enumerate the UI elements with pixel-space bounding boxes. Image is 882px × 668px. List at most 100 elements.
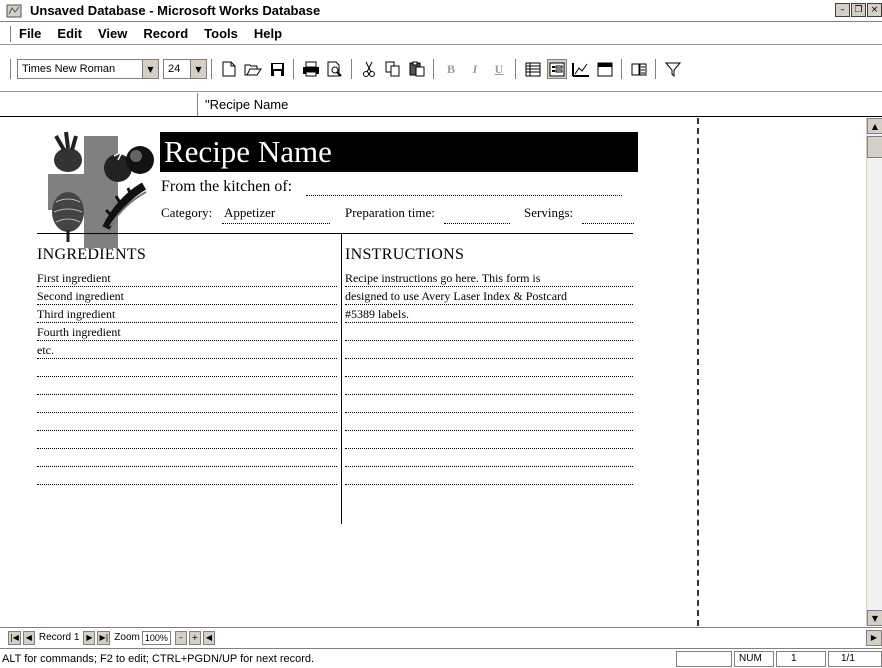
scroll-down-icon[interactable]: ▼	[867, 610, 882, 626]
zoom-out-button[interactable]: –	[174, 630, 187, 645]
instruction-line[interactable]	[345, 467, 633, 485]
vertical-scrollbar[interactable]: ▲ ▼	[866, 118, 882, 626]
filter-icon	[665, 62, 681, 77]
bold-button[interactable]: B	[441, 59, 461, 79]
zoom-in-button[interactable]: +	[188, 630, 201, 645]
instruction-line[interactable]	[345, 323, 633, 341]
record-count-panel: 1	[776, 651, 826, 667]
scroll-up-icon[interactable]: ▲	[867, 118, 882, 134]
instruction-line[interactable]: designed to use Avery Laser Index & Post…	[345, 287, 633, 305]
instruction-line[interactable]	[345, 395, 633, 413]
menu-file[interactable]: File	[19, 26, 41, 41]
servings-field[interactable]	[582, 223, 634, 224]
form-design-icon	[572, 62, 589, 77]
list-view-button[interactable]	[523, 59, 543, 79]
instruction-line[interactable]	[345, 359, 633, 377]
chevron-down-icon[interactable]: ▼	[190, 60, 206, 78]
ingredient-line[interactable]	[37, 395, 337, 413]
close-button[interactable]: ×	[867, 3, 882, 17]
ingredient-line[interactable]	[37, 359, 337, 377]
minimize-button[interactable]: –	[835, 3, 850, 17]
kitchen-label: From the kitchen of:	[161, 178, 293, 195]
report-view-button[interactable]	[595, 59, 615, 79]
paste-icon	[409, 61, 425, 77]
chevron-down-icon[interactable]: ▼	[142, 60, 158, 78]
copy-button[interactable]	[383, 59, 403, 79]
zoom-value-box[interactable]: 100%	[141, 630, 171, 645]
font-size-value: 24	[168, 63, 181, 75]
scroll-right-icon[interactable]: ▶	[866, 630, 882, 646]
menu-grip	[8, 25, 11, 42]
ingredient-line[interactable]	[37, 449, 337, 467]
scroll-left-icon[interactable]: ◀	[202, 630, 215, 645]
previous-record-button[interactable]: ◀	[22, 630, 35, 645]
scroll-thumb[interactable]	[867, 136, 882, 158]
cut-button[interactable]	[359, 59, 379, 79]
kitchen-field[interactable]	[306, 195, 622, 196]
entry-text-field[interactable]: "Recipe Name	[205, 97, 288, 112]
print-preview-icon	[327, 61, 342, 77]
form-workspace: Recipe Name From the kitchen of: Categor…	[0, 118, 866, 626]
open-button[interactable]	[243, 59, 263, 79]
ingredient-line[interactable]: Third ingredient	[37, 305, 337, 323]
paste-button[interactable]	[407, 59, 427, 79]
category-value[interactable]: Appetizer	[224, 205, 275, 221]
next-record-button[interactable]: ▶	[83, 630, 96, 645]
recipe-title-field[interactable]: Recipe Name	[164, 134, 332, 170]
print-button[interactable]	[301, 59, 321, 79]
instruction-line[interactable]: Recipe instructions go here. This form i…	[345, 269, 633, 287]
menu-tools[interactable]: Tools	[204, 26, 238, 41]
status-message: ALT for commands; F2 to edit; CTRL+PGDN/…	[2, 653, 315, 665]
ingredient-line[interactable]	[37, 377, 337, 395]
ingredient-line[interactable]: etc.	[37, 341, 337, 359]
save-button[interactable]	[267, 59, 287, 79]
toolbar-separator	[655, 59, 657, 79]
form-view-button[interactable]	[547, 59, 567, 79]
filter-button[interactable]	[663, 59, 683, 79]
form-view-icon	[549, 62, 565, 76]
menu-help[interactable]: Help	[254, 26, 282, 41]
ingredient-line[interactable]: First ingredient	[37, 269, 337, 287]
font-size-select[interactable]: 24 ▼	[163, 59, 207, 79]
vegetable-logo	[48, 131, 154, 248]
last-record-button[interactable]: ▶|	[97, 630, 111, 645]
instruction-line[interactable]	[345, 341, 633, 359]
menu-record[interactable]: Record	[143, 26, 188, 41]
ingredient-line[interactable]	[37, 413, 337, 431]
print-preview-button[interactable]	[325, 59, 345, 79]
menu-edit[interactable]: Edit	[57, 26, 82, 41]
open-icon	[244, 64, 262, 75]
toolbar-separator	[351, 59, 353, 79]
new-icon	[222, 61, 236, 77]
instruction-line[interactable]	[345, 377, 633, 395]
first-record-button[interactable]: |◀	[8, 630, 21, 645]
instruction-line[interactable]	[345, 431, 633, 449]
underline-button[interactable]: U	[489, 59, 509, 79]
instruction-line[interactable]	[345, 413, 633, 431]
menu-bar: File Edit View Record Tools Help	[0, 23, 882, 45]
menu-view[interactable]: View	[98, 26, 127, 41]
instruction-line[interactable]: #5389 labels.	[345, 305, 633, 323]
toolbar-separator	[621, 59, 623, 79]
ingredient-line[interactable]: Second ingredient	[37, 287, 337, 305]
restore-button[interactable]: ❐	[851, 3, 866, 17]
title-band: Recipe Name	[160, 132, 638, 172]
ingredient-line[interactable]: Fourth ingredient	[37, 323, 337, 341]
entry-bar: "Recipe Name	[0, 93, 882, 117]
toolbar-separator	[293, 59, 295, 79]
prep-time-field[interactable]	[444, 223, 510, 224]
page-break-line	[697, 118, 699, 626]
ingredient-line[interactable]	[37, 431, 337, 449]
instruction-line[interactable]	[345, 449, 633, 467]
new-button[interactable]	[219, 59, 239, 79]
toolbar-separator	[433, 59, 435, 79]
window-title: Unsaved Database - Microsoft Works Datab…	[30, 3, 321, 18]
font-name-select[interactable]: Times New Roman ▼	[17, 59, 159, 79]
italic-button[interactable]: I	[465, 59, 485, 79]
form-design-button[interactable]	[571, 59, 591, 79]
ingredient-line[interactable]	[37, 467, 337, 485]
insert-field-button[interactable]	[629, 59, 649, 79]
app-icon[interactable]	[6, 4, 22, 18]
field-reference-box	[0, 93, 198, 116]
toolbar-grip	[8, 59, 11, 79]
